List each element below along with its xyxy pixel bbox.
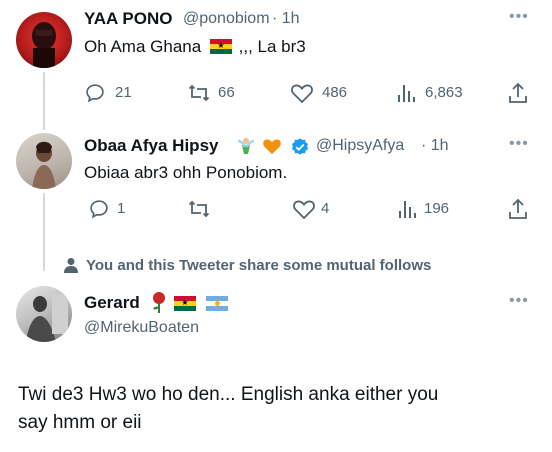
reply-count: 1 [117,200,126,217]
share-icon[interactable] [507,197,529,221]
share-icon[interactable] [507,81,529,105]
like-count: 4 [321,200,330,217]
author-name[interactable]: YAA PONO [84,9,173,29]
thread-line-2 [43,193,45,271]
tweet-text-main: Oh Ama Ghana [84,37,202,56]
views-count: 196 [424,200,450,217]
avatar-gerard[interactable] [16,286,72,342]
ghana-flag-icon [174,296,196,311]
tweet-text: Twi de3 Hw3 wo ho den... English anka ei… [18,381,438,437]
mutual-follows-notice: You and this Tweeter share some mutual f… [86,257,432,274]
reply-icon[interactable] [88,198,110,220]
rose-emoji-icon [150,291,168,313]
verified-badge-icon[interactable] [290,137,310,157]
argentina-flag-icon [206,296,228,311]
retweet-icon[interactable] [187,198,211,220]
reply-icon[interactable] [84,82,106,104]
tweet-text-line-1: Twi de3 Hw3 wo ho den... English anka ei… [18,384,439,405]
more-options-icon[interactable]: ••• [509,8,529,26]
person-icon [64,257,78,273]
views-count: 6,863 [425,84,463,101]
thread-line-1 [43,72,45,130]
like-icon[interactable] [292,198,316,220]
ghana-flag-icon [209,39,232,54]
fairy-emoji-icon [236,135,256,157]
more-options-icon[interactable]: ••• [509,292,529,310]
views-icon[interactable] [397,198,417,220]
tweet-time[interactable]: · 1h [421,137,449,155]
avatar-obaa-afya[interactable] [16,133,72,189]
tweet-text: Obiaa abr3 ohh Ponobiom. [84,163,288,182]
views-icon[interactable] [396,82,416,104]
like-count: 486 [322,84,348,101]
tweet-text-line-2: say hmm or eii [18,412,142,433]
author-handle[interactable]: @ponobiom [183,10,270,28]
more-options-icon[interactable]: ••• [509,135,529,153]
author-handle[interactable]: @HipsyAfya [316,137,404,155]
tweet-time[interactable]: · 1h [272,10,300,28]
orange-heart-icon [262,137,282,155]
author-name[interactable]: Gerard [84,293,140,313]
author-name[interactable]: Obaa Afya Hipsy [84,136,218,156]
retweet-count: 66 [218,84,235,101]
retweet-icon[interactable] [187,82,211,104]
reply-count: 21 [115,84,132,101]
author-handle[interactable]: @MirekuBoaten [84,319,199,337]
tweet-text-suffix: ,,, La br3 [238,37,306,56]
like-icon[interactable] [290,82,314,104]
tweet-text: Oh Ama Ghana ,,, La br3 [84,37,306,57]
avatar-yaa-pono[interactable] [16,12,72,68]
